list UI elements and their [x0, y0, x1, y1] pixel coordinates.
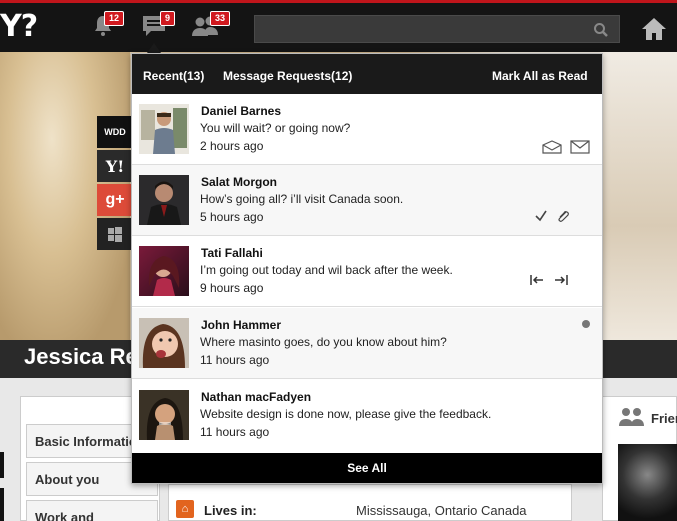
windows-social-button[interactable]: [97, 218, 133, 250]
notifications-badge: 12: [104, 11, 125, 26]
windows-icon: [108, 227, 122, 242]
sender-name[interactable]: John Hammer: [201, 318, 281, 332]
left-edge-block: [0, 488, 4, 521]
sender-name[interactable]: Daniel Barnes: [201, 104, 281, 118]
unread-indicator-dot[interactable]: [582, 320, 590, 328]
see-all-button[interactable]: See All: [132, 453, 602, 483]
left-edge-block: [0, 452, 4, 478]
message-time: 11 hours ago: [200, 425, 270, 439]
message-preview: I’m going out today and wil back after t…: [200, 263, 453, 277]
envelope-icon[interactable]: [570, 140, 590, 154]
profile-name: Jessica Re: [24, 344, 138, 369]
messages-button[interactable]: 9: [140, 11, 176, 41]
yahoo-social-button[interactable]: Y!: [97, 150, 133, 182]
message-preview: Website design is done now, please give …: [200, 407, 492, 421]
avatar: [139, 175, 189, 225]
message-time: 11 hours ago: [200, 353, 270, 367]
site-logo[interactable]: Y?: [0, 9, 38, 44]
google-plus-social-button[interactable]: g+: [97, 184, 133, 216]
message-item[interactable]: Salat Morgon How’s going all? i’ll visit…: [132, 165, 602, 236]
message-actions: [542, 140, 590, 154]
sender-name[interactable]: Salat Morgon: [201, 175, 277, 189]
tab-message-requests[interactable]: Message Requests(12): [223, 69, 352, 83]
message-time: 2 hours ago: [200, 139, 264, 153]
message-preview: How’s going all? i’ll visit Canada soon.: [200, 192, 404, 206]
search-bar: [254, 15, 620, 43]
search-input[interactable]: [255, 16, 585, 42]
message-item[interactable]: Nathan macFadyen Website design is done …: [132, 380, 602, 451]
mark-all-read-link[interactable]: Mark All as Read: [492, 69, 588, 83]
checkmark-icon[interactable]: [534, 209, 548, 223]
lives-in-value: Mississauga, Ontario Canada: [356, 503, 527, 518]
messages-badge: 9: [160, 11, 176, 26]
friend-requests-button[interactable]: 33: [190, 11, 231, 41]
tab-recent[interactable]: Recent(13): [143, 69, 204, 83]
dropdown-header: Recent(13) Message Requests(12) Mark All…: [132, 54, 602, 94]
attachment-icon[interactable]: [556, 209, 570, 223]
message-actions: [534, 209, 570, 223]
avatar: [139, 104, 189, 154]
home-small-icon: ⌂: [176, 500, 194, 518]
friends-label: Frien: [651, 411, 677, 426]
lives-in-label: Lives in:: [204, 503, 257, 518]
message-time: 9 hours ago: [200, 281, 264, 295]
sign-out-icon[interactable]: [529, 273, 545, 287]
sender-name[interactable]: Tati Fallahi: [201, 246, 263, 260]
open-envelope-icon[interactable]: [542, 140, 562, 154]
home-icon[interactable]: [640, 15, 668, 43]
wdd-social-button[interactable]: WDD: [97, 116, 133, 148]
messages-dropdown: Recent(13) Message Requests(12) Mark All…: [131, 53, 603, 484]
sidebar-work-and[interactable]: Work and: [26, 500, 158, 521]
top-navigation-bar: Y? 12 9 33: [0, 0, 677, 52]
avatar: [139, 390, 189, 440]
message-item[interactable]: John Hammer Where masinto goes, do you k…: [132, 308, 602, 379]
sender-name[interactable]: Nathan macFadyen: [201, 390, 311, 404]
message-time: 5 hours ago: [200, 210, 264, 224]
avatar: [139, 246, 189, 296]
friend-requests-badge: 33: [210, 11, 231, 26]
message-item[interactable]: Daniel Barnes You will wait? or going no…: [132, 94, 602, 165]
message-item[interactable]: Tati Fallahi I’m going out today and wil…: [132, 236, 602, 307]
message-actions: [529, 273, 569, 287]
friend-photo[interactable]: [618, 444, 677, 521]
message-preview: Where masinto goes, do you know about hi…: [200, 335, 447, 349]
notifications-button[interactable]: 12: [90, 11, 125, 41]
dropdown-caret: [147, 43, 161, 53]
sign-in-icon[interactable]: [553, 273, 569, 287]
avatar: [139, 318, 189, 368]
cover-photo-right: [600, 52, 677, 342]
message-preview: You will wait? or going now?: [200, 121, 351, 135]
search-icon[interactable]: [593, 22, 609, 38]
friends-icon: [619, 408, 644, 426]
